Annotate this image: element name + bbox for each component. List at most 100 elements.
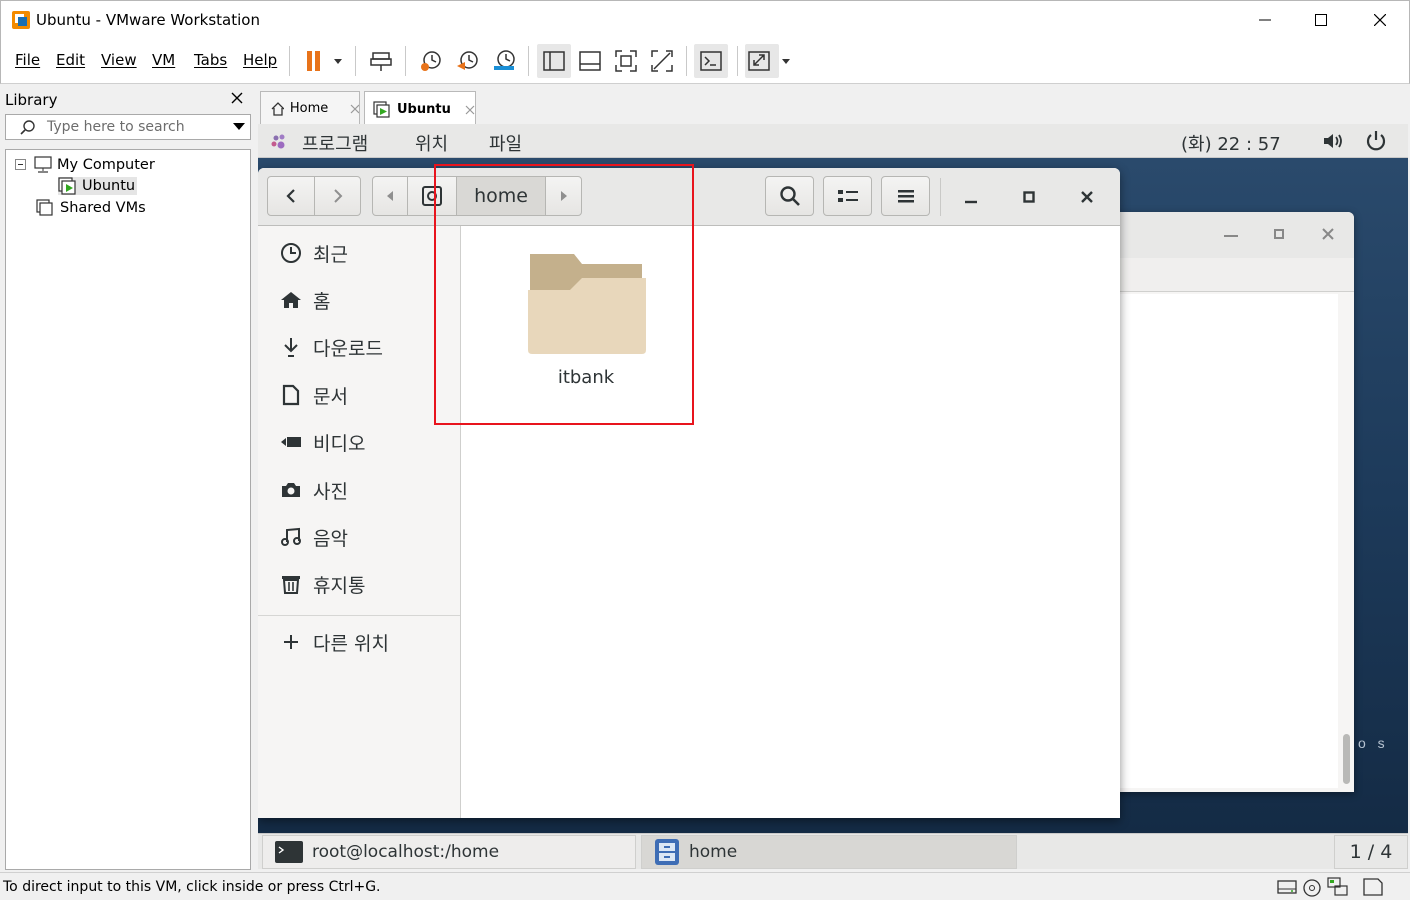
menu-programs[interactable]: 프로그램 [302,130,368,156]
window-maximize-button[interactable] [1018,186,1040,208]
menu-app-file[interactable]: 파일 [489,130,522,156]
vm-running-icon [373,100,390,118]
show-thumbnail-bar-button[interactable] [574,46,606,76]
full-screen-button[interactable] [610,46,642,76]
sidebar-label-trash: 휴지통 [313,574,366,597]
sidebar-label-documents: 문서 [313,385,348,408]
window-list-bar: root@localhost:/home home 1 / 4 [258,833,1408,869]
minimize-icon [965,200,977,204]
window-close-button[interactable] [1076,186,1098,208]
search-button[interactable] [765,176,814,216]
sidebar-item-other-locations[interactable]: 다른 위치 [278,627,389,657]
volume-icon[interactable] [1322,131,1346,151]
sidebar-item-recent[interactable]: 최근 [278,238,348,268]
unity-mode-button[interactable] [646,46,678,76]
scrollbar-thumb[interactable] [1343,734,1350,784]
sidebar-item-downloads[interactable]: 다운로드 [278,332,383,362]
snapshot-manager-icon [494,50,515,70]
plus-icon [284,635,298,649]
hard-disk-icon[interactable] [1276,878,1298,896]
show-library-button[interactable] [538,46,570,76]
window-list-files-label: home [689,842,738,862]
console-view-button[interactable] [695,46,727,76]
menu-file[interactable]: File [15,51,40,69]
menu-edit[interactable]: Edit [56,51,85,69]
path-home-button[interactable]: home [456,176,546,216]
folder-item[interactable]: itbank [521,250,651,388]
menu-tabs[interactable]: Tabs [194,51,227,69]
menu-places[interactable]: 위치 [415,130,448,156]
window-list-files[interactable]: home [641,835,1017,869]
stretch-guest-button[interactable] [746,46,794,76]
dropdown-arrow-icon[interactable] [233,123,245,131]
tab-close-icon[interactable] [465,105,475,115]
library-close-button[interactable] [231,91,243,109]
tree-item-ubuntu[interactable]: Ubuntu [58,177,138,195]
file-manager-window[interactable]: home 최근 홈 다운로드 문서 비디오 사진 음악 휴지통 다른 위치 it… [258,168,1120,818]
window-list-terminal[interactable]: root@localhost:/home [262,835,636,869]
tree-item-my-computer[interactable]: My Computer [15,156,155,174]
menu-vm[interactable]: VM [152,51,175,69]
back-button[interactable] [267,176,315,216]
revert-snapshot-icon [457,51,478,70]
network-adapter-icon[interactable] [1327,877,1349,897]
guest-display[interactable]: 프로그램 위치 파일 (화) 22 : 57 o s home 최근 홈 다운로… [258,124,1408,869]
collapse-icon[interactable] [15,159,27,171]
menu-view[interactable]: View [101,51,137,69]
close-icon[interactable] [1322,228,1334,240]
minimize-button[interactable] [1236,1,1294,39]
sidebar-item-music[interactable]: 음악 [278,522,348,552]
download-icon [284,338,298,357]
tree-item-shared-vms[interactable]: Shared VMs [36,199,146,217]
background-window-scrollbar[interactable] [1340,294,1354,788]
power-icon[interactable] [1365,130,1387,152]
sidebar-item-pictures[interactable]: 사진 [278,475,348,505]
window-minimize-button[interactable] [960,186,982,208]
path-home-label: home [474,185,528,207]
maximize-icon[interactable] [1273,228,1285,240]
menu-button[interactable] [881,176,930,216]
menu-help[interactable]: Help [243,51,277,69]
snapshot-manager-button[interactable] [489,46,521,76]
file-icon-view[interactable]: itbank [461,226,1120,818]
path-scroll-right[interactable] [545,176,582,216]
workspace-indicator[interactable]: 1 / 4 [1334,835,1408,869]
tab-ubuntu[interactable]: Ubuntu [364,91,476,127]
message-log-icon[interactable] [1362,877,1384,897]
video-camera-icon [281,437,301,447]
sidebar-item-home[interactable]: 홈 [278,285,330,315]
home-icon [271,101,284,116]
revert-snapshot-button[interactable] [452,46,484,76]
maximize-icon [1023,191,1035,203]
minimize-icon[interactable] [1224,232,1238,238]
path-scroll-left[interactable] [372,176,408,216]
view-toggle-button[interactable] [823,176,872,216]
maximize-button[interactable] [1292,1,1350,39]
sidebar-item-documents[interactable]: 문서 [278,380,348,410]
pause-icon [307,51,342,71]
list-view-icon [837,190,858,202]
close-button[interactable] [1351,1,1409,39]
chevron-right-icon [333,189,342,203]
trash-icon [282,576,300,594]
workspace-label: 1 / 4 [1349,841,1393,863]
minimize-icon [1259,19,1271,21]
sidebar-item-trash[interactable]: 휴지통 [278,569,365,599]
sidebar-label-home: 홈 [313,290,331,313]
stretch-icon [748,51,790,71]
tab-close-icon[interactable] [350,104,359,114]
sidebar-label-pictures: 사진 [313,480,348,503]
sidebar-item-videos[interactable]: 비디오 [278,427,365,457]
pause-vm-button[interactable] [299,46,347,76]
path-root-button[interactable] [407,176,457,216]
forward-button[interactable] [314,176,361,216]
clock[interactable]: (화) 22 : 57 [1181,130,1281,156]
tab-home[interactable]: Home [260,91,360,125]
cd-rom-icon[interactable] [1302,878,1322,898]
library-search-input[interactable]: Type here to search [5,114,251,140]
tree-label-ubuntu: Ubuntu [82,178,136,194]
snapshot-clock-icon [421,51,441,71]
send-ctrl-alt-del-button[interactable] [365,46,397,76]
window-title: Ubuntu - VMware Workstation [36,11,260,29]
take-snapshot-button[interactable] [415,46,447,76]
